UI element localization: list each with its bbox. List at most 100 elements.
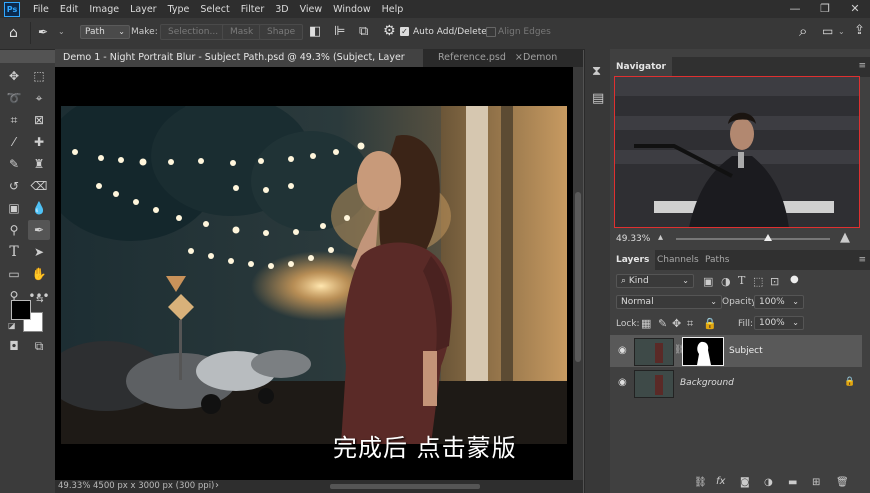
path-arrangement-icon[interactable]: ⧉ bbox=[359, 24, 368, 39]
layer-thumbnail[interactable] bbox=[634, 370, 674, 398]
lock-artboard-icon[interactable]: ⌗ bbox=[687, 317, 693, 331]
menu-file[interactable]: File bbox=[28, 4, 55, 15]
menu-image[interactable]: Image bbox=[84, 4, 125, 15]
blur-tool-icon[interactable]: 💧 bbox=[28, 198, 50, 218]
clone-stamp-tool-icon[interactable]: ♜ bbox=[28, 154, 50, 174]
pen-tool-preset-icon[interactable]: ✒ bbox=[38, 25, 48, 39]
menu-type[interactable]: Type bbox=[163, 4, 196, 15]
mask-button[interactable]: Mask bbox=[222, 24, 262, 40]
filter-type-icon[interactable]: T bbox=[738, 274, 745, 287]
filter-pixel-icon[interactable]: ▣ bbox=[703, 275, 713, 288]
path-selection-tool-icon[interactable]: ➤ bbox=[28, 242, 50, 262]
history-brush-tool-icon[interactable]: ↺ bbox=[3, 176, 25, 196]
trash-icon[interactable]: 🗑 bbox=[836, 477, 849, 488]
menu-window[interactable]: Window bbox=[328, 4, 376, 15]
hand-tool-icon[interactable]: ✋ bbox=[28, 264, 50, 284]
layer-filter-kind[interactable]: ⌕ Kind ⌄ bbox=[616, 274, 694, 288]
swap-colors-icon[interactable]: ⇆ bbox=[36, 295, 44, 305]
slider-thumb[interactable] bbox=[764, 234, 773, 241]
auto-add-delete-checkbox[interactable]: ✓ bbox=[400, 27, 409, 36]
frame-tool-icon[interactable]: ⊠ bbox=[28, 110, 50, 130]
menu-3d[interactable]: 3D bbox=[270, 4, 294, 15]
minimize-button[interactable]: — bbox=[780, 0, 810, 18]
mode-select[interactable]: Path ⌄ bbox=[80, 25, 130, 39]
new-layer-icon[interactable]: ⊞ bbox=[812, 477, 820, 488]
navigator-preview[interactable] bbox=[614, 76, 860, 228]
brush-tool-icon[interactable]: ✎ bbox=[3, 154, 25, 174]
pen-tool-icon[interactable]: ✒ bbox=[28, 220, 50, 240]
screen-mode-icon[interactable]: ⧉ bbox=[28, 336, 50, 356]
tab-paths[interactable]: Paths bbox=[699, 250, 735, 270]
eraser-tool-icon[interactable]: ⌫ bbox=[28, 176, 50, 196]
scrollbar-thumb[interactable] bbox=[575, 192, 581, 362]
selection-button[interactable]: Selection... bbox=[160, 24, 227, 40]
visibility-eye-icon[interactable]: ◉ bbox=[618, 377, 627, 388]
type-tool-icon[interactable]: T bbox=[3, 242, 25, 262]
filter-shape-icon[interactable]: ⬚ bbox=[753, 275, 763, 288]
group-folder-icon[interactable]: ▬ bbox=[788, 477, 797, 488]
status-chevron-icon[interactable]: › bbox=[215, 480, 219, 491]
filter-toggle-icon[interactable]: ● bbox=[790, 274, 799, 285]
menu-view[interactable]: View bbox=[295, 4, 329, 15]
restore-button[interactable]: ❐ bbox=[810, 0, 840, 18]
lasso-tool-icon[interactable]: ➰ bbox=[3, 88, 25, 108]
home-icon[interactable]: ⌂ bbox=[9, 25, 18, 41]
blend-mode-select[interactable]: Normal ⌄ bbox=[616, 295, 722, 309]
add-mask-icon[interactable]: ◙ bbox=[740, 477, 750, 488]
shape-button[interactable]: Shape bbox=[259, 24, 304, 40]
chevron-down-icon[interactable]: ⌄ bbox=[838, 27, 845, 36]
marquee-tool-icon[interactable]: ⬚ bbox=[28, 66, 50, 86]
status-zoom[interactable]: 49.33% bbox=[58, 481, 90, 491]
menu-edit[interactable]: Edit bbox=[55, 4, 84, 15]
fx-icon[interactable]: fx bbox=[716, 476, 725, 487]
horizontal-scrollbar[interactable] bbox=[330, 484, 480, 489]
properties-panel-icon[interactable]: ▤ bbox=[592, 91, 604, 106]
lock-position-icon[interactable]: ✥ bbox=[672, 317, 681, 330]
lock-pixels-icon[interactable]: ✎ bbox=[658, 317, 667, 330]
menu-select[interactable]: Select bbox=[195, 4, 235, 15]
zoom-out-icon[interactable]: ▴ bbox=[658, 232, 663, 243]
chevron-down-icon[interactable]: ⌄ bbox=[58, 27, 65, 36]
tab-layers[interactable]: Layers bbox=[610, 250, 656, 270]
path-alignment-icon[interactable]: ⊫ bbox=[334, 24, 345, 39]
panel-menu-icon[interactable]: ≡ bbox=[858, 255, 866, 265]
crop-tool-icon[interactable]: ⌗ bbox=[3, 110, 25, 130]
path-operations-icon[interactable]: ◧ bbox=[309, 24, 321, 39]
layer-mask-thumbnail[interactable] bbox=[682, 337, 724, 366]
vertical-scrollbar[interactable] bbox=[573, 67, 583, 480]
layer-row-background[interactable]: ◉ Background 🔒 bbox=[610, 367, 862, 399]
visibility-eye-icon[interactable]: ◉ bbox=[618, 345, 627, 356]
fill-input[interactable]: 100% ⌄ bbox=[754, 316, 804, 330]
move-tool-icon[interactable]: ✥ bbox=[3, 66, 25, 86]
healing-brush-tool-icon[interactable]: ✚ bbox=[28, 132, 50, 152]
menu-filter[interactable]: Filter bbox=[236, 4, 271, 15]
navigator-zoom-value[interactable]: 49.33% bbox=[616, 234, 650, 244]
zoom-in-icon[interactable]: ▲ bbox=[840, 230, 850, 245]
close-button[interactable]: ✕ bbox=[840, 0, 870, 18]
opacity-input[interactable]: 100% ⌄ bbox=[754, 295, 804, 309]
layer-row-subject[interactable]: ◉ ⛓ Subject bbox=[610, 335, 862, 367]
dodge-tool-icon[interactable]: ⚲ bbox=[3, 220, 25, 240]
menu-help[interactable]: Help bbox=[377, 4, 410, 15]
menu-layer[interactable]: Layer bbox=[125, 4, 163, 15]
workspace-icon[interactable]: ▭ bbox=[822, 24, 833, 38]
navigator-zoom-slider[interactable] bbox=[676, 234, 830, 241]
navigator-view-box[interactable] bbox=[614, 76, 860, 228]
document-image[interactable] bbox=[61, 106, 567, 444]
share-icon[interactable]: ⇪ bbox=[854, 23, 865, 38]
layer-name[interactable]: Background bbox=[680, 378, 734, 388]
tab-demo-1[interactable]: Demo 1 - Night Portrait Blur - Subject P… bbox=[55, 49, 423, 81]
lock-all-icon[interactable]: 🔒 bbox=[703, 317, 717, 330]
filter-adjustment-icon[interactable]: ◑ bbox=[721, 275, 731, 288]
filter-smart-object-icon[interactable]: ⊡ bbox=[770, 275, 779, 288]
gear-icon[interactable]: ⚙ bbox=[383, 23, 396, 39]
history-panel-icon[interactable]: ⧗ bbox=[592, 64, 601, 79]
link-layers-icon[interactable]: ⛓ bbox=[694, 477, 707, 488]
lock-transparent-icon[interactable]: ▦ bbox=[641, 317, 651, 330]
panel-menu-icon[interactable]: ≡ bbox=[858, 61, 866, 71]
rectangle-tool-icon[interactable]: ▭ bbox=[3, 264, 25, 284]
eyedropper-tool-icon[interactable]: ⁄ bbox=[3, 132, 25, 152]
gradient-tool-icon[interactable]: ▣ bbox=[3, 198, 25, 218]
layer-name[interactable]: Subject bbox=[729, 346, 763, 356]
align-edges-checkbox[interactable] bbox=[486, 27, 496, 37]
